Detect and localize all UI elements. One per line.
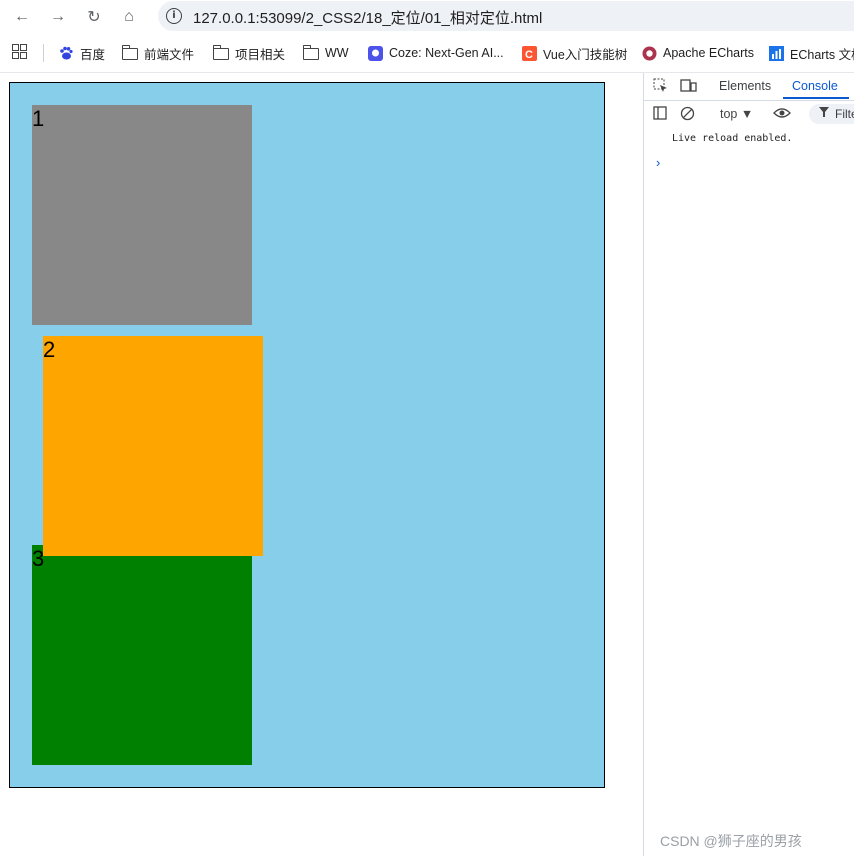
bookmark-label: 百度 (80, 47, 106, 62)
devtools-panel: Elements Console top ▼ Filter Live reloa… (643, 73, 854, 856)
filter-input[interactable]: Filter (809, 104, 854, 124)
bookmarks-divider (43, 44, 44, 62)
forward-button[interactable]: → (47, 6, 69, 28)
bookmark-label: Vue入门技能树 (543, 47, 628, 62)
console-message: Live reload enabled. (672, 133, 793, 144)
clear-console-icon[interactable] (680, 106, 695, 125)
page-viewport: 1 2 3 (0, 73, 643, 856)
bookmark-label: 项目相关 (235, 47, 286, 62)
bookmark-label: Coze: Next-Gen AI... (389, 46, 504, 60)
url-input[interactable]: i 127.0.0.1:53099/2_CSS2/18_定位/01_相对定位.h… (158, 1, 854, 31)
bookmark-label: WW (325, 46, 349, 60)
box-3: 3 (32, 545, 252, 765)
box-2: 2 (43, 336, 263, 556)
echarts-doc-icon (768, 45, 784, 61)
context-selector[interactable]: top ▼ (720, 106, 753, 122)
bookmark-echarts-doc[interactable]: ECharts 文档 (768, 43, 854, 63)
live-expression-eye-icon[interactable] (773, 106, 791, 124)
bookmark-vue[interactable]: C Vue入门技能树 (521, 43, 627, 63)
active-tab-indicator (783, 97, 849, 99)
box-label: 1 (32, 106, 45, 131)
bookmark-apache-echarts[interactable]: Apache ECharts (641, 43, 754, 63)
outer-container: 1 2 3 (9, 82, 605, 788)
devtools-tab-bar: Elements Console (644, 73, 854, 101)
tab-console[interactable]: Console (792, 79, 838, 93)
bookmark-label: Apache ECharts (663, 46, 755, 60)
url-text: 127.0.0.1:53099/2_CSS2/18_定位/01_相对定位.htm… (193, 10, 543, 27)
reload-button[interactable]: ↻ (83, 6, 105, 28)
device-toolbar-icon[interactable] (680, 78, 697, 97)
bookmark-label: 前端文件 (144, 47, 195, 62)
home-icon: ⌂ (124, 8, 134, 25)
site-info-icon[interactable]: i (166, 8, 182, 24)
home-button[interactable]: ⌂ (118, 6, 140, 28)
svg-text:C: C (525, 49, 533, 61)
folder-icon (302, 45, 319, 61)
folder-icon (121, 45, 138, 61)
reload-icon: ↻ (87, 9, 101, 26)
bookmarks-bar: 百度 前端文件 项目相关 WW Coze: Next-Gen AI... C V… (0, 34, 854, 73)
bookmark-baidu[interactable]: 百度 (58, 43, 105, 63)
back-button[interactable]: ← (11, 6, 33, 28)
filter-icon (819, 107, 829, 121)
csdn-icon: C (521, 45, 537, 61)
sidebar-toggle-icon[interactable] (653, 106, 667, 124)
filter-placeholder: Filter (835, 107, 854, 121)
back-arrow-icon: ← (14, 8, 30, 25)
coze-icon (367, 45, 383, 61)
address-bar-row: ← → ↻ ⌂ i 127.0.0.1:53099/2_CSS2/18_定位/0… (0, 0, 854, 34)
box-label: 2 (43, 337, 56, 362)
inspect-element-icon[interactable] (653, 78, 668, 97)
box-1: 1 (32, 105, 252, 325)
echarts-icon (641, 45, 657, 61)
tab-elements[interactable]: Elements (719, 79, 771, 93)
folder-icon (212, 45, 229, 61)
console-toolbar: top ▼ Filter (644, 101, 854, 127)
bookmark-coze[interactable]: Coze: Next-Gen AI... (367, 43, 504, 63)
watermark: CSDN @狮子座的男孩 (660, 833, 802, 849)
bookmark-project-related[interactable]: 项目相关 (212, 43, 286, 63)
bookmark-label: ECharts 文档 (790, 47, 854, 62)
bookmark-frontend-files[interactable]: 前端文件 (121, 43, 195, 63)
baidu-icon (58, 45, 74, 61)
forward-arrow-icon: → (50, 8, 66, 25)
console-prompt[interactable]: › (656, 155, 660, 170)
bookmark-ww[interactable]: WW (302, 43, 349, 63)
apps-grid-icon[interactable] (12, 44, 27, 59)
